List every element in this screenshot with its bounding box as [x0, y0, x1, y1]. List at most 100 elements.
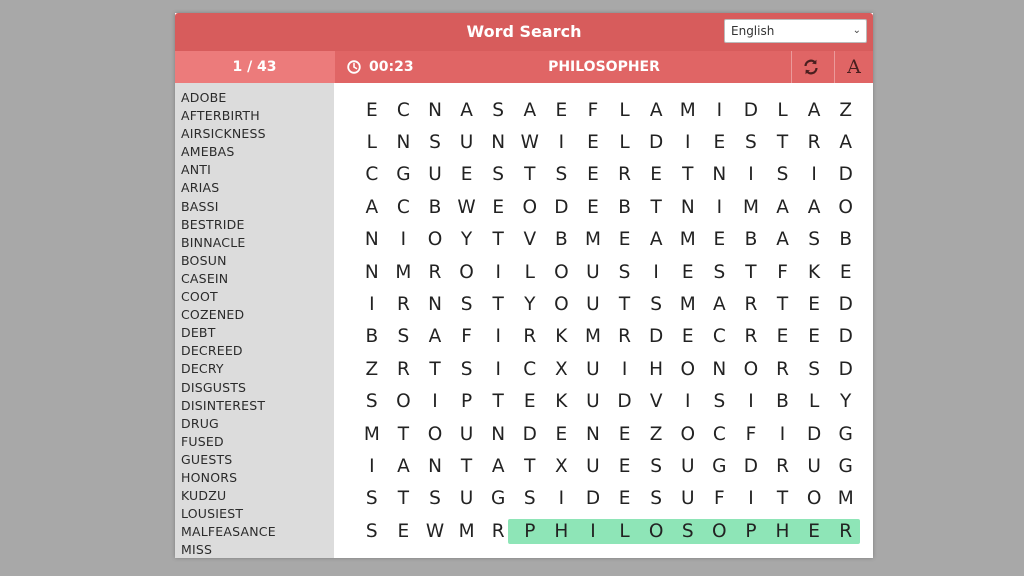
grid-cell[interactable]: S	[704, 386, 736, 418]
grid-cell[interactable]: I	[672, 126, 704, 158]
grid-cell[interactable]: K	[798, 256, 830, 288]
grid-cell[interactable]: I	[577, 515, 609, 547]
grid-cell[interactable]: E	[704, 224, 736, 256]
grid-cell[interactable]: Y	[514, 288, 546, 320]
grid-cell[interactable]: S	[798, 353, 830, 385]
grid-cell[interactable]: B	[735, 224, 767, 256]
grid-cell[interactable]: S	[356, 515, 388, 547]
grid-cell[interactable]: S	[798, 224, 830, 256]
grid-cell[interactable]: R	[798, 126, 830, 158]
grid-cell[interactable]: Z	[356, 353, 388, 385]
grid-cell[interactable]: Z	[640, 418, 672, 450]
grid-cell[interactable]: D	[609, 386, 641, 418]
grid-cell[interactable]: A	[830, 126, 862, 158]
grid-cell[interactable]: P	[451, 386, 483, 418]
grid-cell[interactable]: R	[767, 450, 799, 482]
grid-cell[interactable]: X	[546, 450, 578, 482]
grid-cell[interactable]: S	[388, 321, 420, 353]
grid-cell[interactable]: H	[546, 515, 578, 547]
grid-cell[interactable]: O	[672, 353, 704, 385]
grid-cell[interactable]: I	[356, 450, 388, 482]
grid-cell[interactable]: U	[798, 450, 830, 482]
grid-cell[interactable]: D	[830, 353, 862, 385]
grid-cell[interactable]: S	[356, 386, 388, 418]
grid-cell[interactable]: A	[767, 191, 799, 223]
grid-cell[interactable]: H	[640, 353, 672, 385]
grid-cell[interactable]: T	[419, 353, 451, 385]
grid-cell[interactable]: I	[482, 353, 514, 385]
grid-cell[interactable]: R	[419, 256, 451, 288]
grid-cell[interactable]: M	[577, 224, 609, 256]
grid-cell[interactable]: W	[419, 515, 451, 547]
grid-cell[interactable]: G	[388, 159, 420, 191]
grid-cell[interactable]: I	[767, 418, 799, 450]
grid-cell[interactable]: T	[767, 483, 799, 515]
grid-cell[interactable]: N	[482, 418, 514, 450]
grid-cell[interactable]: S	[419, 483, 451, 515]
grid-cell[interactable]: D	[798, 418, 830, 450]
grid-cell[interactable]: S	[546, 159, 578, 191]
grid-cell[interactable]: T	[514, 450, 546, 482]
grid-cell[interactable]: D	[830, 288, 862, 320]
grid-cell[interactable]: M	[388, 256, 420, 288]
grid-cell[interactable]: Y	[451, 224, 483, 256]
grid-cell[interactable]: N	[419, 94, 451, 126]
grid-cell[interactable]: R	[767, 353, 799, 385]
grid-cell[interactable]: F	[735, 418, 767, 450]
grid-cell[interactable]: E	[514, 386, 546, 418]
grid-cell[interactable]: A	[767, 224, 799, 256]
grid-cell[interactable]: L	[514, 256, 546, 288]
grid-cell[interactable]: E	[798, 515, 830, 547]
grid-cell[interactable]: T	[482, 386, 514, 418]
grid-cell[interactable]: O	[830, 191, 862, 223]
grid-cell[interactable]: I	[735, 483, 767, 515]
grid-cell[interactable]: I	[388, 224, 420, 256]
grid-cell[interactable]: N	[356, 256, 388, 288]
grid-cell[interactable]: S	[640, 450, 672, 482]
grid-cell[interactable]: C	[356, 159, 388, 191]
grid-cell[interactable]: T	[640, 191, 672, 223]
grid-cell[interactable]: E	[356, 94, 388, 126]
refresh-button[interactable]	[791, 51, 830, 83]
grid-cell[interactable]: A	[388, 450, 420, 482]
grid-cell[interactable]: N	[419, 450, 451, 482]
grid-cell[interactable]: C	[388, 191, 420, 223]
grid-cell[interactable]: O	[640, 515, 672, 547]
grid-cell[interactable]: L	[609, 126, 641, 158]
grid-cell[interactable]: L	[798, 386, 830, 418]
grid-cell[interactable]: U	[451, 483, 483, 515]
grid-cell[interactable]: T	[482, 288, 514, 320]
grid-cell[interactable]: E	[609, 483, 641, 515]
grid-cell[interactable]: C	[704, 418, 736, 450]
grid-cell[interactable]: I	[419, 386, 451, 418]
grid-cell[interactable]: G	[830, 450, 862, 482]
grid-cell[interactable]: B	[830, 224, 862, 256]
grid-cell[interactable]: D	[577, 483, 609, 515]
grid-cell[interactable]: M	[451, 515, 483, 547]
grid-cell[interactable]: O	[451, 256, 483, 288]
grid-cell[interactable]: S	[482, 159, 514, 191]
grid-cell[interactable]: O	[735, 353, 767, 385]
grid-cell[interactable]: A	[798, 191, 830, 223]
grid-cell[interactable]: O	[672, 418, 704, 450]
grid-cell[interactable]: M	[735, 191, 767, 223]
grid-cell[interactable]: E	[609, 418, 641, 450]
grid-cell[interactable]: A	[482, 450, 514, 482]
grid-cell[interactable]: E	[577, 159, 609, 191]
grid-cell[interactable]: S	[419, 126, 451, 158]
grid-cell[interactable]: L	[767, 94, 799, 126]
grid-cell[interactable]: D	[640, 126, 672, 158]
grid-cell[interactable]: M	[672, 288, 704, 320]
grid-cell[interactable]: U	[577, 386, 609, 418]
grid-cell[interactable]: U	[577, 256, 609, 288]
grid-cell[interactable]: R	[482, 515, 514, 547]
grid-cell[interactable]: I	[356, 288, 388, 320]
grid-cell[interactable]: R	[388, 353, 420, 385]
grid-cell[interactable]: F	[704, 483, 736, 515]
grid-cell[interactable]: S	[609, 256, 641, 288]
grid-cell[interactable]: E	[672, 256, 704, 288]
grid-cell[interactable]: C	[388, 94, 420, 126]
grid-cell[interactable]: Z	[830, 94, 862, 126]
grid-cell[interactable]: T	[514, 159, 546, 191]
grid-cell[interactable]: P	[735, 515, 767, 547]
